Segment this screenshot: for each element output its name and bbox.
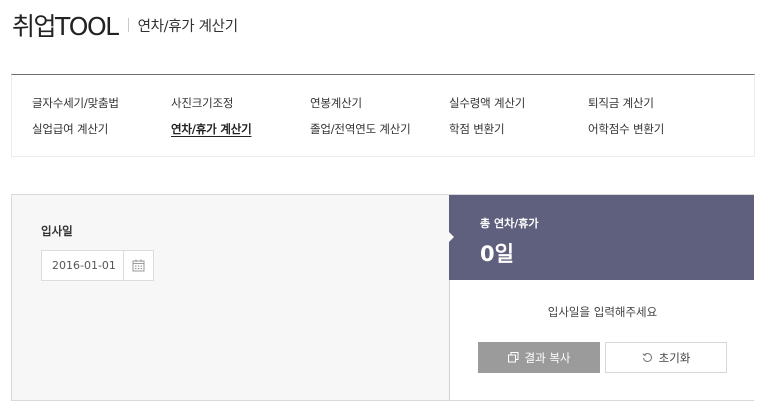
result-pointer xyxy=(448,231,454,243)
hire-date-field xyxy=(41,250,154,281)
nav-item-salary[interactable]: 연봉계산기 xyxy=(310,95,449,111)
nav-item-severance[interactable]: 퇴직금 계산기 xyxy=(588,95,727,111)
nav-item-char-count[interactable]: 글자수세기/맞춤법 xyxy=(32,95,171,111)
hire-date-label: 입사일 xyxy=(41,224,73,238)
nav-item-photo-resize[interactable]: 사진크기조정 xyxy=(171,95,310,111)
header-divider xyxy=(127,18,129,32)
nav-grid: 글자수세기/맞춤법 사진크기조정 연봉계산기 실수령액 계산기 퇴직금 계산기 … xyxy=(32,95,732,137)
nav-item-language-score[interactable]: 어학점수 변환기 xyxy=(588,121,727,137)
tool-navigation: 글자수세기/맞춤법 사진크기조정 연봉계산기 실수령액 계산기 퇴직금 계산기 … xyxy=(11,74,755,157)
calendar-button[interactable] xyxy=(123,251,153,280)
calendar-icon xyxy=(132,259,145,272)
nav-item-annual-leave[interactable]: 연차/휴가 계산기 xyxy=(171,121,310,137)
reset-button[interactable]: 초기화 xyxy=(605,342,727,373)
copy-result-label: 결과 복사 xyxy=(524,350,571,365)
total-leave-value: 0일 xyxy=(480,242,514,266)
reset-icon xyxy=(642,353,652,362)
result-panel: 총 연차/휴가 0일 입사일을 입력해주세요 결과 복사 초기화 xyxy=(448,195,754,400)
copy-result-button[interactable]: 결과 복사 xyxy=(478,342,600,373)
nav-item-unemployment[interactable]: 실업급여 계산기 xyxy=(32,121,171,137)
nav-item-net-pay[interactable]: 실수령액 계산기 xyxy=(449,95,588,111)
result-message: 입사일을 입력해주세요 xyxy=(547,305,658,319)
hire-date-input[interactable] xyxy=(42,251,123,280)
total-leave-label: 총 연차/휴가 xyxy=(480,217,539,230)
result-summary: 총 연차/휴가 0일 xyxy=(448,195,754,280)
nav-item-gpa-converter[interactable]: 학점 변환기 xyxy=(449,121,588,137)
nav-item-graduation-year[interactable]: 졸업/전역연도 계산기 xyxy=(310,121,449,137)
input-panel: 입사일 xyxy=(12,195,449,400)
site-logo[interactable]: 취업TOOL xyxy=(12,7,119,43)
reset-label: 초기화 xyxy=(658,350,691,365)
copy-icon xyxy=(507,352,518,363)
site-header: 취업TOOL 연차/휴가 계산기 xyxy=(12,8,238,42)
result-details: 입사일을 입력해주세요 결과 복사 초기화 xyxy=(449,280,754,400)
page-title: 연차/휴가 계산기 xyxy=(137,18,238,35)
leave-calculator: 입사일 총 연차/휴가 xyxy=(11,194,754,401)
